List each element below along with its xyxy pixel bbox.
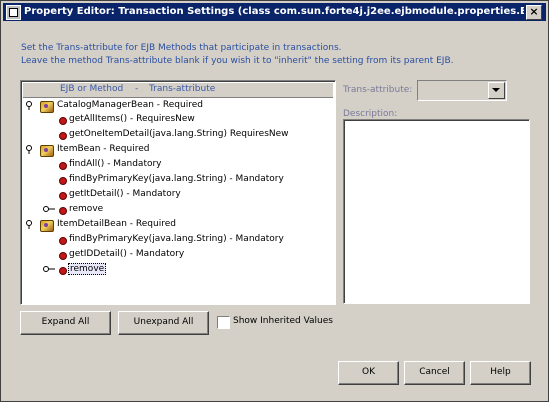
method-icon <box>59 117 67 125</box>
expand-handle-icon[interactable] <box>43 205 55 214</box>
tree-row-label: getOneItemDetail(java.lang.String) Requi… <box>69 129 289 139</box>
bean-icon <box>40 101 54 113</box>
tree-row-label: getAllItems() - RequiresNew <box>69 114 195 124</box>
method-icon <box>59 267 67 275</box>
close-button[interactable]: × <box>526 5 542 20</box>
instruction-line-1: Set the Trans-attribute for EJB Methods … <box>21 43 342 53</box>
help-button[interactable]: Help <box>470 361 531 385</box>
method-icon <box>59 132 67 140</box>
tree-row-label: findByPrimaryKey(java.lang.String) - Man… <box>69 234 284 244</box>
unexpand-all-button[interactable]: Unexpand All <box>118 311 209 335</box>
instruction-line-2: Leave the method Trans-attribute blank i… <box>21 56 454 66</box>
show-inherited-label: Show Inherited Values <box>233 316 333 326</box>
method-icon <box>59 252 67 260</box>
header-separator: - <box>135 84 139 94</box>
tree-row-label: CatalogManagerBean - Required <box>57 100 203 110</box>
tree-row-label: getItDetail() - Mandatory <box>69 189 181 199</box>
tree-row-label: getIDDetail() - Mandatory <box>69 249 185 259</box>
trans-attribute-label: Trans-attribute: <box>343 85 413 95</box>
checkbox-box[interactable] <box>217 316 230 329</box>
collapse-handle-icon[interactable] <box>25 220 34 229</box>
collapse-handle-icon[interactable] <box>25 101 34 110</box>
method-icon <box>59 207 67 215</box>
expand-all-button[interactable]: Expand All <box>20 311 111 335</box>
tree-row-label: ItemBean - Required <box>57 144 150 154</box>
tree-row-label: findByPrimaryKey(java.lang.String) - Man… <box>69 174 284 184</box>
window-icon <box>6 5 21 20</box>
title-bar[interactable]: Property Editor: Transaction Settings (c… <box>3 3 546 21</box>
tree-row-label: findAll() - Mandatory <box>69 159 162 169</box>
header-ejb-or-method: EJB or Method <box>60 84 124 94</box>
method-icon <box>59 162 67 170</box>
tree-row-label: ItemDetailBean - Required <box>57 219 176 229</box>
method-icon <box>59 177 67 185</box>
tree-row-label: remove <box>69 204 104 214</box>
window-title: Property Editor: Transaction Settings (c… <box>24 6 524 17</box>
description-label: Description: <box>343 109 398 119</box>
bean-icon <box>40 220 54 232</box>
tree-header: EJB or Method - Trans-attribute <box>23 83 333 98</box>
header-trans-attribute: Trans-attribute <box>149 84 216 94</box>
bean-icon <box>40 145 54 157</box>
dropdown-arrow-icon[interactable] <box>488 82 505 99</box>
description-textarea[interactable] <box>343 119 530 304</box>
property-editor-window: Property Editor: Transaction Settings (c… <box>0 0 549 402</box>
trans-attribute-combo[interactable] <box>417 80 507 101</box>
ok-button[interactable]: OK <box>338 361 399 385</box>
ejb-method-tree[interactable]: EJB or Method - Trans-attribute CatalogM… <box>20 80 336 305</box>
collapse-handle-icon[interactable] <box>25 145 34 154</box>
method-icon <box>59 192 67 200</box>
tree-row-label: remove <box>68 263 107 275</box>
cancel-button[interactable]: Cancel <box>404 361 465 385</box>
method-icon <box>59 237 67 245</box>
expand-handle-icon[interactable] <box>43 265 55 274</box>
